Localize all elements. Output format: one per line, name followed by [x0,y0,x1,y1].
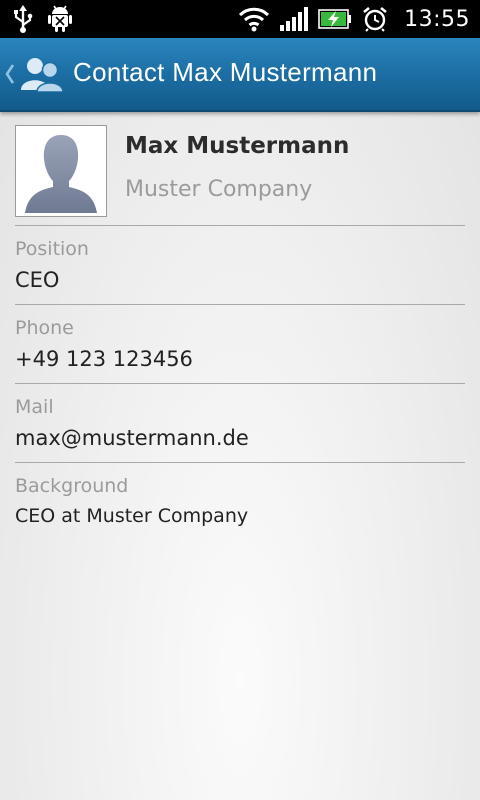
contacts-icon[interactable] [20,56,64,96]
divider [15,304,465,305]
divider [15,462,465,463]
background-value: CEO at Muster Company [15,505,249,527]
background-label: Background [15,475,129,497]
status-bar: 13:55 [0,0,480,38]
position-label: Position [15,238,89,260]
phone-value[interactable]: +49 123 123456 [15,347,193,371]
back-chevron-icon[interactable] [4,62,16,90]
usb-icon [12,5,34,33]
battery-charging-icon [318,9,352,29]
divider [15,225,465,226]
position-value: CEO [15,268,60,292]
mail-value[interactable]: max@mustermann.de [15,426,249,450]
android-debug-icon [48,5,72,33]
signal-icon [280,7,309,31]
contact-name: Max Mustermann [125,133,350,159]
page-title: Contact Max Mustermann [73,57,378,87]
divider [15,383,465,384]
clock-time: 13:55 [404,6,470,32]
alarm-icon [362,6,388,32]
person-silhouette-icon [19,135,103,213]
contact-company: Muster Company [125,177,313,202]
action-bar: Contact Max Mustermann [0,38,480,112]
mail-label: Mail [15,396,54,418]
phone-label: Phone [15,317,74,339]
avatar [15,125,107,217]
wifi-icon [238,6,270,32]
